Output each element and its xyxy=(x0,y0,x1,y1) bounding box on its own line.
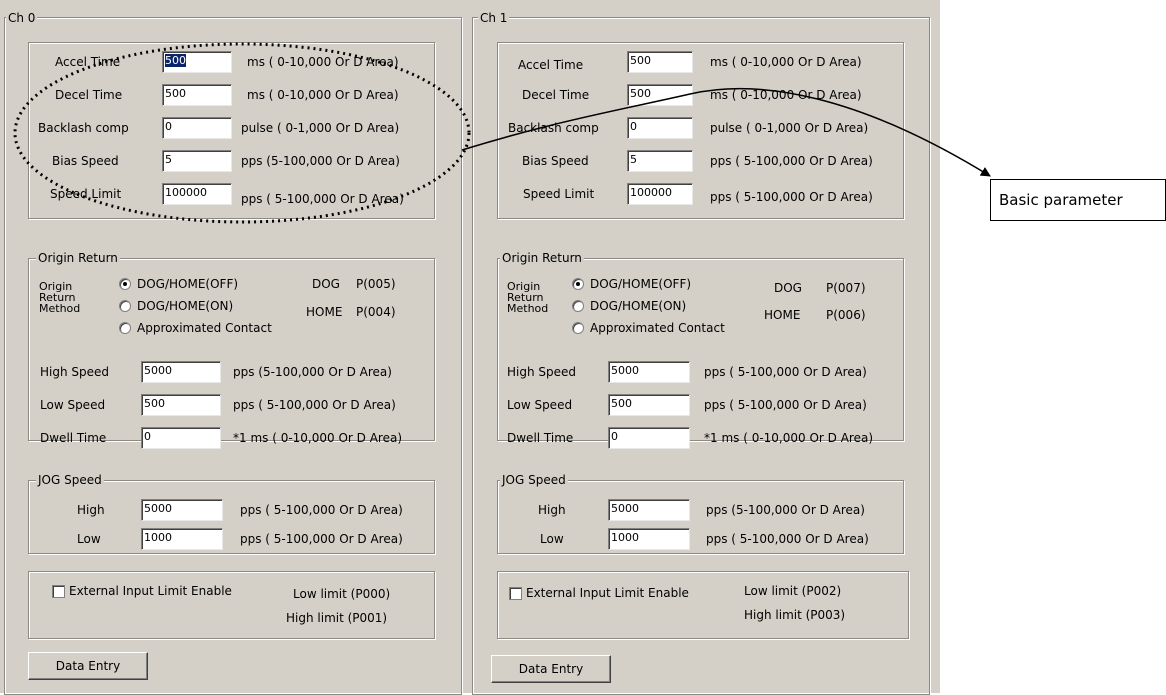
annotation-overlay xyxy=(13,42,991,224)
basic-parameter-highlight-ellipse xyxy=(13,42,471,224)
basic-parameter-arrow xyxy=(461,87,991,177)
basic-parameter-callout: Basic parameter xyxy=(990,179,1166,221)
